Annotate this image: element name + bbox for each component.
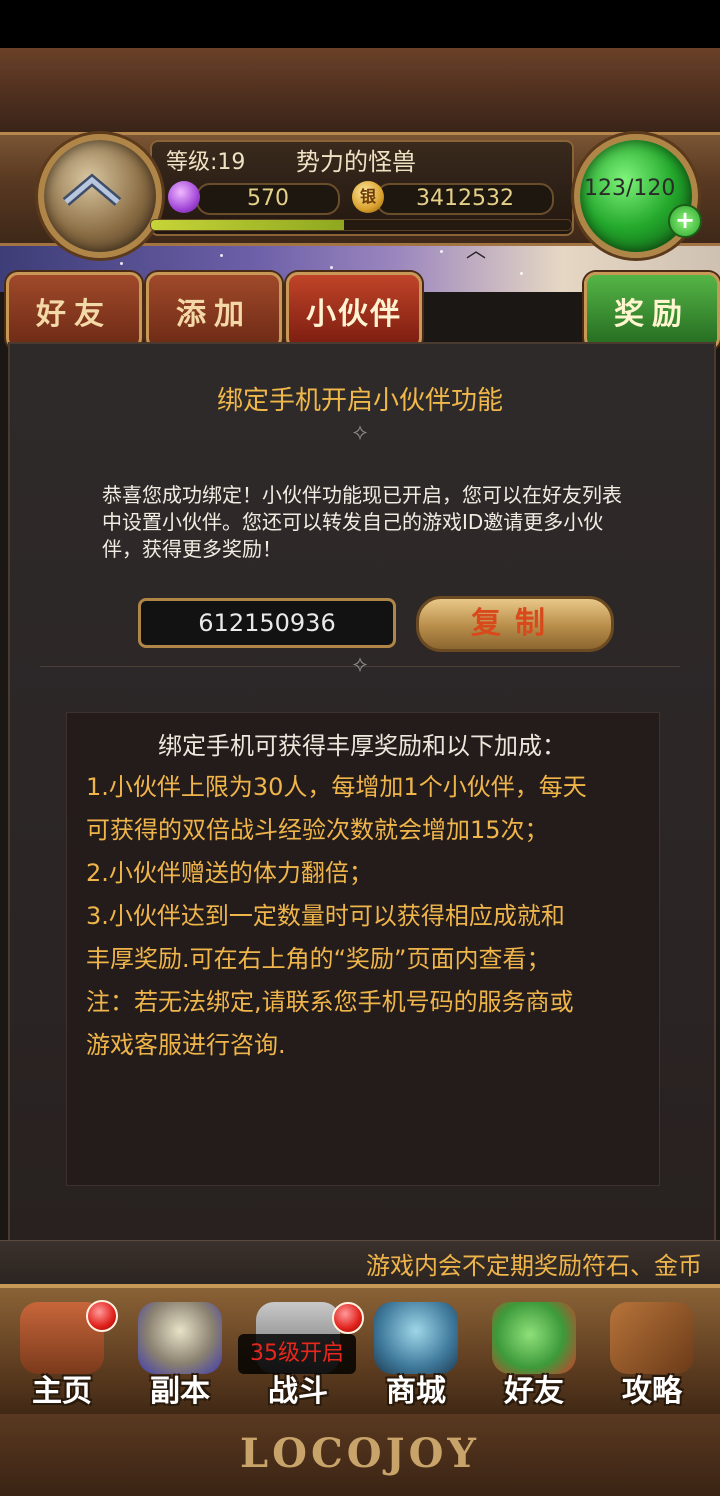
tab-partner[interactable]: 小伙伴 (286, 272, 422, 350)
nav-friends[interactable]: 好友 (478, 1296, 590, 1414)
top-banner (0, 48, 720, 132)
bonus-info-list: 1.小伙伴上限为30人，每增加1个小伙伴，每天 可获得的双倍战斗经验次数就会增加… (86, 766, 646, 1067)
divider-ornament-icon: ⟡ (352, 420, 368, 445)
nav-label: 副本 (150, 1374, 210, 1409)
nav-home[interactable]: 主页 (6, 1296, 118, 1414)
gem-count: 570 (196, 183, 340, 215)
bonus-info-line: 2.小伙伴赠送的体力翻倍； (86, 859, 373, 887)
game-id-field[interactable]: 612150936 (138, 598, 396, 648)
rank-chevron-icon (62, 173, 122, 206)
congrats-message: 恭喜您成功绑定！小伙伴功能现已开启，您可以在好友列表中设置小伙伴。您还可以转发自… (102, 483, 622, 561)
player-level: 等级:19 (166, 150, 246, 175)
copy-id-button[interactable]: 复制 (416, 596, 614, 652)
battle-lock-badge: 35级开启 (238, 1334, 356, 1374)
coin-icon: 银 (352, 181, 384, 213)
news-ticker-text: 游戏内会不定期奖励符石、金币 (366, 1252, 702, 1280)
nav-guide[interactable]: 攻略 (596, 1296, 708, 1414)
bonus-info-heading: 绑定手机可获得丰厚奖励和以下加成： (158, 732, 566, 760)
bonus-info-line: 3.小伙伴达到一定数量时可以获得相应成就和 (86, 902, 565, 930)
tab-reward[interactable]: 奖励 (584, 272, 720, 350)
tab-friends[interactable]: 好友 (6, 272, 142, 350)
panel-title: 绑定手机开启小伙伴功能 (216, 386, 503, 416)
bonus-info-line: 丰厚奖励.可在右上角的“奖励”页面内查看； (86, 945, 551, 973)
divider-ornament-icon: ⟡ (352, 652, 368, 677)
energy-value: 123/120 (584, 176, 676, 201)
coin-count: 3412532 (376, 183, 554, 215)
nav-shop[interactable]: 商城 (360, 1296, 472, 1414)
friends-monsters-icon (492, 1302, 576, 1374)
tab-add[interactable]: 添加 (146, 272, 282, 350)
exp-bar (150, 219, 572, 231)
add-energy-button[interactable]: + (668, 204, 702, 238)
nav-label: 攻略 (622, 1374, 682, 1409)
bonus-info-line: 注：若无法绑定,请联系您手机号码的服务商或 (86, 988, 574, 1016)
nav-dungeon[interactable]: 副本 (124, 1296, 236, 1414)
nav-label: 商城 (386, 1374, 446, 1409)
notification-badge (86, 1300, 118, 1332)
skull-icon (138, 1302, 222, 1374)
bat-icon: ︿ (466, 238, 486, 262)
status-bar (0, 0, 720, 48)
bonus-info-line: 1.小伙伴上限为30人，每增加1个小伙伴，每天 (86, 773, 587, 801)
bonus-info-line: 游戏客服进行咨询. (86, 1031, 286, 1059)
guide-book-icon (610, 1302, 694, 1374)
nav-label: 主页 (32, 1374, 92, 1409)
nav-label: 好友 (504, 1374, 564, 1409)
locojoy-logo: LOCOJOY (240, 1430, 480, 1477)
monster-shop-icon (374, 1302, 458, 1374)
player-name: 势力的怪兽 (296, 148, 416, 176)
bonus-info-line: 可获得的双倍战斗经验次数就会增加15次； (86, 816, 549, 844)
exp-bar-fill (151, 220, 345, 230)
gem-icon (168, 181, 200, 213)
